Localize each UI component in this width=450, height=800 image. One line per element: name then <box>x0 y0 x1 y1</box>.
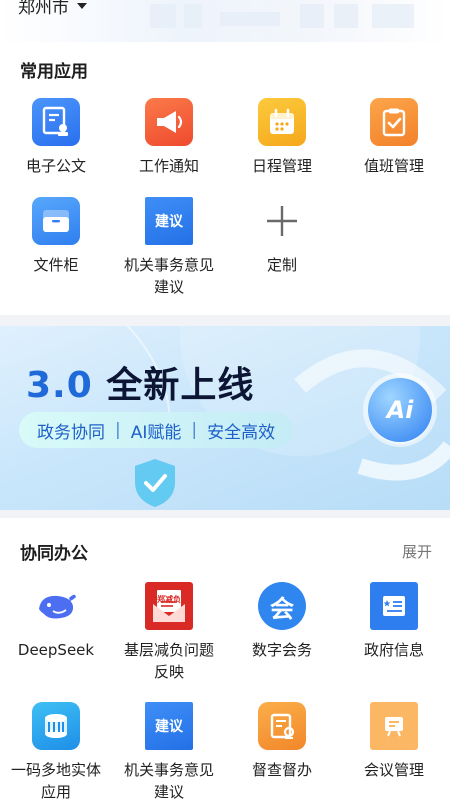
calendar-icon <box>258 98 306 146</box>
feedback-icon-text: 郑减负 <box>157 594 181 604</box>
tag-separator: | <box>115 420 121 440</box>
header-decoration <box>300 4 324 28</box>
document-seal-icon <box>32 98 80 146</box>
caret-down-icon <box>77 2 87 9</box>
banner-tags: 政务协同 | AI赋能 | 安全高效 <box>19 412 294 448</box>
conference-icon-text: 会 <box>270 594 294 623</box>
common-apps-title: 常用应用 <box>20 62 88 82</box>
app-label: 值班管理 <box>363 157 424 175</box>
app-label: 数字会务 <box>251 641 312 659</box>
app-duty[interactable]: 值班管理 <box>338 98 450 177</box>
app-customize[interactable]: 定制 <box>226 197 338 276</box>
app-label: 督查督办 <box>251 761 312 779</box>
banner-headline: 3.0 全新上线 <box>26 356 254 408</box>
ai-badge-text: Ai <box>386 396 414 424</box>
shield-check-icon <box>130 456 180 510</box>
suggestion-icon: 建议 <box>145 702 193 750</box>
app-one-code-multi-site[interactable]: 一码多地实体应用 <box>0 702 112 800</box>
plus-icon <box>258 197 306 245</box>
app-label: 机关事务意见建议 <box>123 256 214 296</box>
city-selector[interactable]: 郑州市 <box>18 0 87 18</box>
suggestion-icon-text: 建议 <box>155 214 183 230</box>
suggestion-icon-text: 建议 <box>155 719 183 735</box>
app-deepseek[interactable]: DeepSeek <box>0 582 112 661</box>
app-office-suggestion-2[interactable]: 建议 机关事务意见建议 <box>113 702 225 800</box>
conference-icon: 会 <box>258 582 306 630</box>
collab-panel: 协同办公 展开 DeepSeek 郑减负 基层减负问题反映 会 数字会务 政府信… <box>0 518 450 800</box>
feedback-envelope-icon: 郑减负 <box>145 582 193 630</box>
banner-tag: AI赋能 <box>130 422 182 443</box>
app-label: DeepSeek <box>17 641 95 659</box>
banner-tag: 安全高效 <box>207 422 276 443</box>
banner-version: 3.0 <box>26 365 93 406</box>
banner-tag: 政务协同 <box>37 422 105 443</box>
expand-button[interactable]: 展开 <box>402 541 432 562</box>
app-label: 基层减负问题反映 <box>123 641 214 681</box>
government-info-icon <box>370 582 418 630</box>
app-digital-conference[interactable]: 会 数字会务 <box>226 582 338 661</box>
app-label: 日程管理 <box>251 157 312 175</box>
app-e-document[interactable]: 电子公文 <box>0 98 112 177</box>
multi-site-code-icon <box>32 702 80 750</box>
header-decoration <box>334 4 358 28</box>
app-label: 定制 <box>266 256 297 274</box>
header-decoration <box>372 4 414 28</box>
collab-title: 协同办公 <box>20 544 88 564</box>
suggestion-icon: 建议 <box>145 197 193 245</box>
app-label: 机关事务意见建议 <box>123 761 214 800</box>
app-schedule[interactable]: 日程管理 <box>226 98 338 177</box>
deepseek-whale-icon <box>32 582 80 630</box>
app-label: 文件柜 <box>33 256 79 274</box>
app-label: 工作通知 <box>138 157 199 175</box>
app-label: 会议管理 <box>363 761 424 779</box>
meeting-board-icon <box>370 702 418 750</box>
app-supervision[interactable]: 督查督办 <box>226 702 338 781</box>
app-burden-feedback[interactable]: 郑减负 基层减负问题反映 <box>113 582 225 683</box>
app-gov-info[interactable]: 政府信息 <box>338 582 450 661</box>
app-meeting-management[interactable]: 会议管理 <box>338 702 450 781</box>
header-decoration <box>184 4 202 28</box>
banner-headline-text: 全新上线 <box>106 365 255 406</box>
clipboard-check-icon <box>370 98 418 146</box>
megaphone-icon <box>145 98 193 146</box>
tag-separator: | <box>191 420 198 440</box>
app-label: 政府信息 <box>363 641 424 659</box>
promo-banner[interactable]: 3.0 全新上线 政务协同 | AI赋能 | 安全高效 Ai <box>0 326 450 510</box>
header-decoration <box>220 12 280 26</box>
folder-cabinet-icon <box>32 197 80 245</box>
header-decoration <box>150 4 176 28</box>
app-file-cabinet[interactable]: 文件柜 <box>0 197 112 276</box>
app-label: 一码多地实体应用 <box>10 761 101 800</box>
city-name: 郑州市 <box>18 0 69 18</box>
app-office-suggestion[interactable]: 建议 机关事务意见建议 <box>113 197 225 298</box>
ai-badge-icon: Ai <box>368 378 432 442</box>
common-apps-panel: 郑州市 常用应用 电子公文 工作通知 日程管理 值班管理 文件柜 建议 机关事务… <box>0 0 450 315</box>
app-label: 电子公文 <box>25 157 86 175</box>
supervision-icon <box>258 702 306 750</box>
app-work-notice[interactable]: 工作通知 <box>113 98 225 177</box>
